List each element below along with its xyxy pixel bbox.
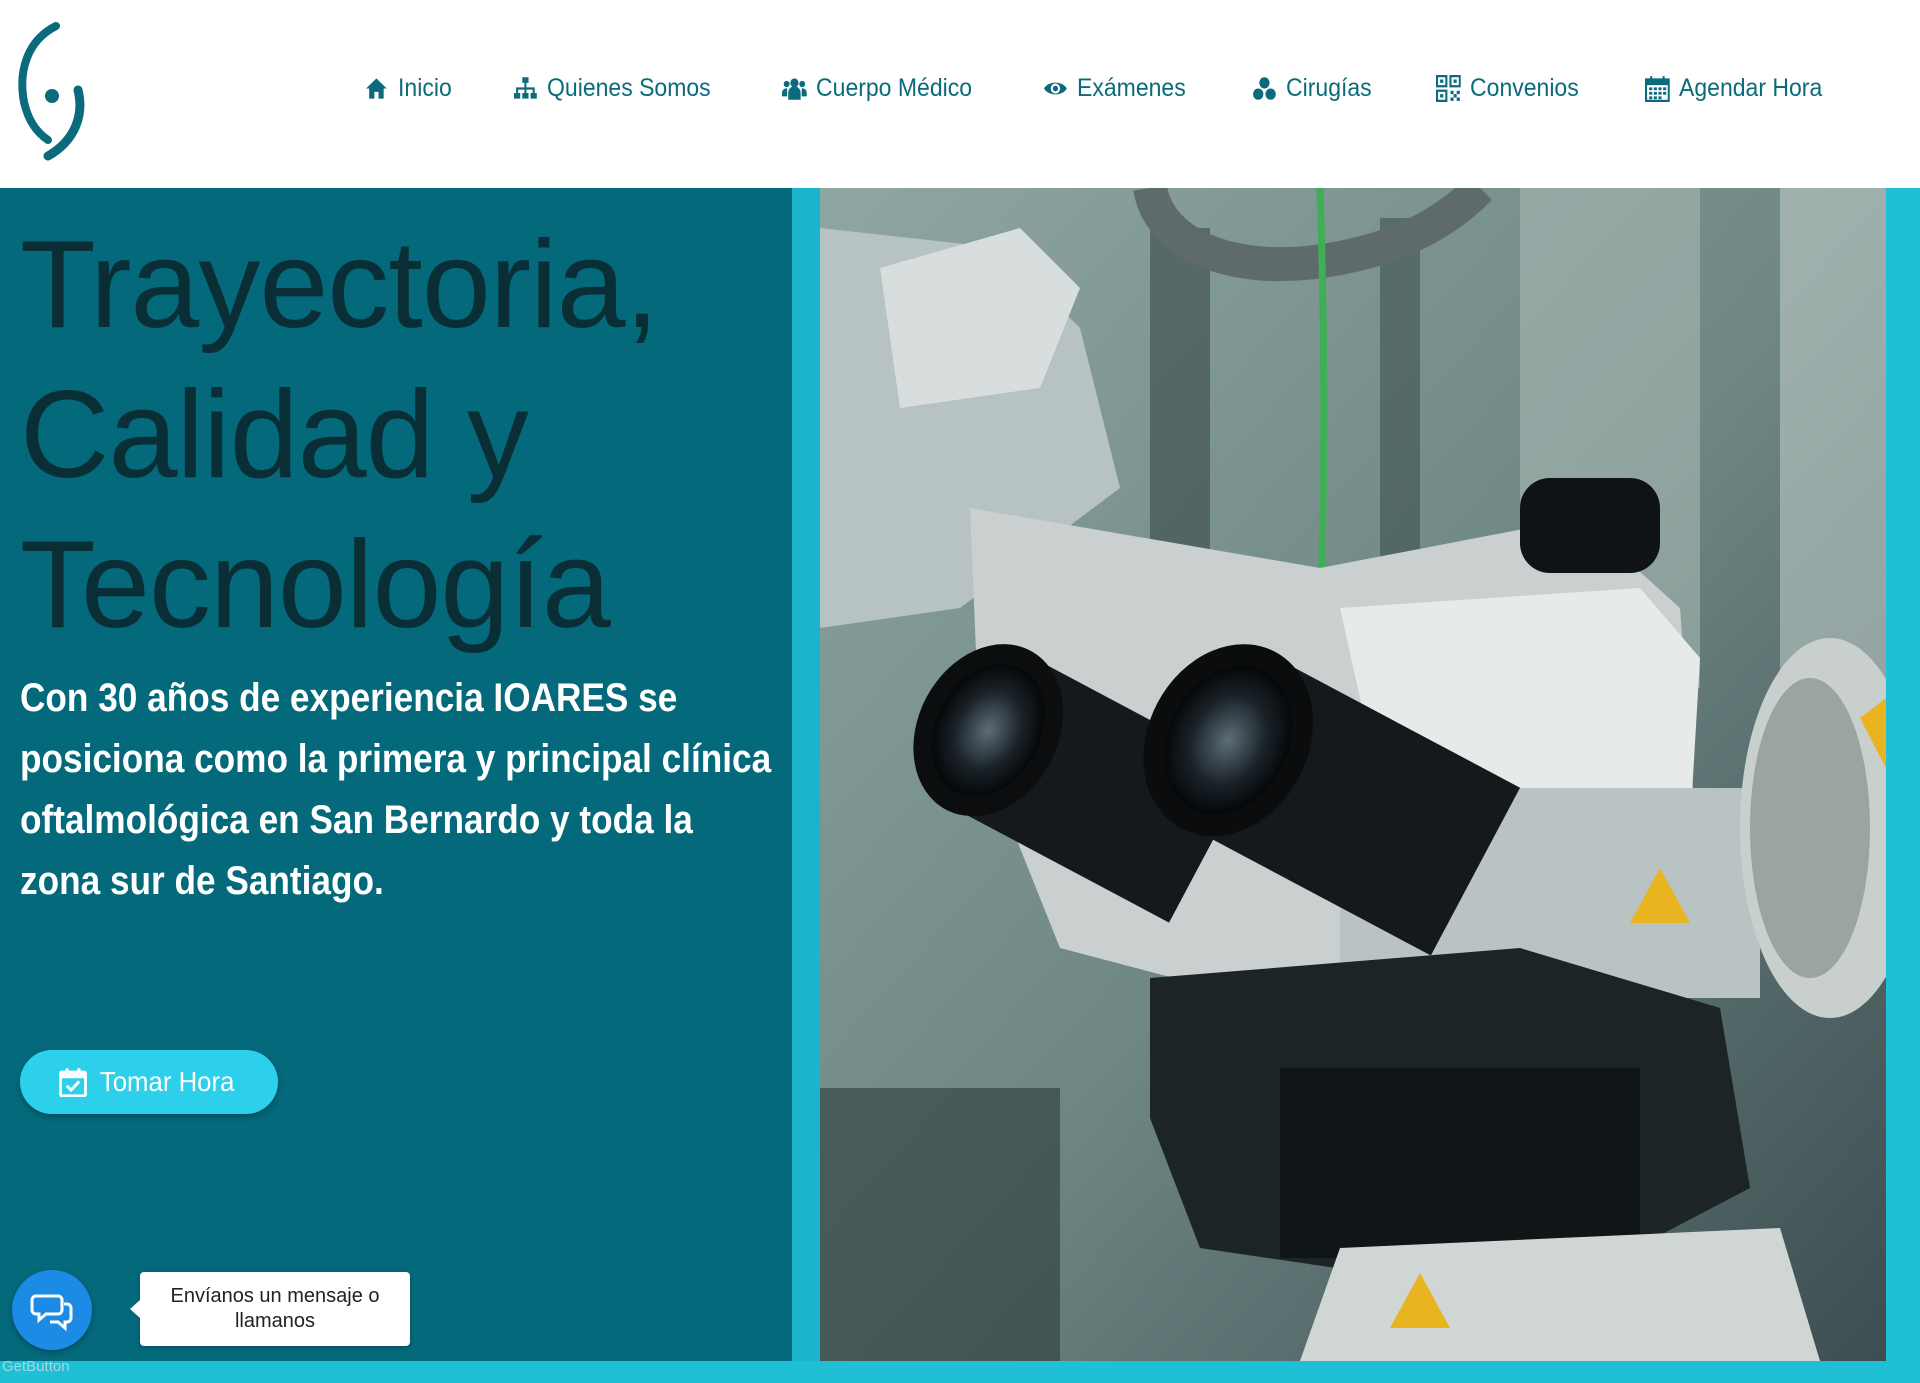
users-icon — [782, 75, 808, 102]
hero-title-line: Tecnología — [20, 516, 611, 654]
nav-label: Quienes Somos — [547, 73, 712, 102]
nav-label: Convenios — [1470, 73, 1579, 102]
qrcode-icon — [1436, 74, 1461, 102]
tomar-hora-label: Tomar Hora — [99, 1066, 235, 1097]
nav-item-examenes[interactable]: Exámenes — [1043, 73, 1186, 103]
microscope-photo — [820, 188, 1886, 1361]
nav-item-quienes-somos[interactable]: Quienes Somos — [513, 74, 711, 103]
nav-item-inicio[interactable]: Inicio — [364, 74, 452, 103]
hero-divider — [792, 188, 820, 1361]
eye-logo-icon[interactable] — [18, 22, 90, 162]
getbutton-badge[interactable]: GetButton — [2, 1358, 70, 1375]
chat-tooltip-text: Envíanos un mensaje o llamanos — [170, 1285, 380, 1332]
hero-text-panel: Trayectoria, Calidad y Tecnología Con 30… — [0, 188, 792, 1361]
nav-label: Cirugías — [1285, 73, 1372, 102]
hero-title: Trayectoria, Calidad y Tecnología — [20, 210, 780, 660]
chat-tooltip[interactable]: Envíanos un mensaje o llamanos — [130, 1272, 410, 1346]
hero-title-line: Trayectoria, — [20, 216, 659, 354]
chat-button[interactable] — [12, 1270, 92, 1350]
hero-title-line: Calidad y — [20, 366, 529, 504]
chat-bubbles-icon — [30, 1294, 73, 1332]
cubes-icon — [1252, 75, 1277, 102]
calendar-check-icon — [58, 1067, 88, 1097]
main-nav: Inicio Quienes Somos Cuerpo Médico Exáme… — [364, 66, 1892, 110]
hero-bottom-strip — [0, 1361, 1920, 1383]
sitemap-icon — [513, 75, 538, 102]
nav-item-convenios[interactable]: Convenios — [1436, 74, 1579, 103]
site-header: Inicio Quienes Somos Cuerpo Médico Exáme… — [0, 0, 1920, 188]
nav-label: Agendar Hora — [1679, 73, 1823, 102]
nav-label: Exámenes — [1076, 73, 1186, 102]
nav-item-agendar-hora[interactable]: Agendar Hora — [1645, 74, 1822, 103]
nav-item-cirugias[interactable]: Cirugías — [1252, 74, 1372, 103]
nav-item-cuerpo-medico[interactable]: Cuerpo Médico — [782, 74, 972, 103]
tomar-hora-button[interactable]: Tomar Hora — [20, 1050, 278, 1114]
eye-icon — [1043, 75, 1068, 102]
hero-section: Trayectoria, Calidad y Tecnología Con 30… — [0, 188, 1920, 1383]
calendar-icon — [1645, 75, 1670, 102]
hero-right-strip — [1886, 188, 1920, 1383]
nav-label: Cuerpo Médico — [816, 73, 973, 102]
nav-label: Inicio — [398, 73, 452, 102]
home-icon — [364, 75, 389, 102]
getbutton-badge-text: GetButton — [2, 1358, 70, 1375]
hero-lead-text: Con 30 años de experiencia IOARES se pos… — [20, 676, 772, 903]
